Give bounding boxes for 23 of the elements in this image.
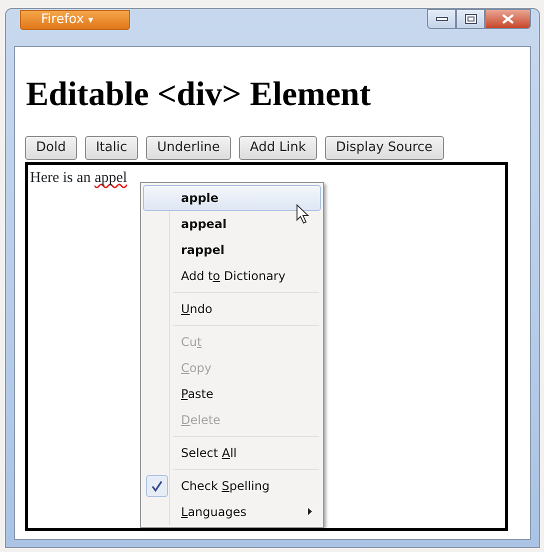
toolbar-button[interactable]: Add Link (238, 136, 317, 160)
menu-item[interactable]: Undo (143, 296, 321, 322)
toolbar-button[interactable]: Display Source (324, 136, 444, 160)
menu-item[interactable]: Add to Dictionary (143, 262, 321, 289)
menu-item[interactable]: Paste (143, 380, 321, 407)
page-heading: Editable <div> Element (26, 75, 372, 115)
maximize-icon (464, 14, 476, 24)
submenu-arrow-icon (308, 508, 312, 516)
menu-item[interactable]: Check Spelling (143, 472, 321, 499)
close-icon (502, 14, 514, 24)
toolbar-button[interactable]: Italic (84, 136, 138, 160)
menu-item[interactable]: Languages (143, 498, 321, 525)
close-button[interactable] (485, 9, 531, 29)
minimize-button[interactable] (427, 9, 456, 29)
mouse-pointer-icon (296, 204, 309, 224)
suggestion-item[interactable]: appeal (143, 210, 321, 237)
toolbar-button[interactable]: Underline (146, 136, 231, 160)
toolbar-button[interactable]: Dold (25, 136, 77, 160)
editor-text: Here is an appel (30, 168, 128, 188)
maximize-button[interactable] (456, 9, 485, 29)
menu-item[interactable]: Select All (143, 440, 321, 466)
minimize-icon (436, 16, 448, 22)
suggestion-item[interactable]: rappel (143, 236, 321, 263)
